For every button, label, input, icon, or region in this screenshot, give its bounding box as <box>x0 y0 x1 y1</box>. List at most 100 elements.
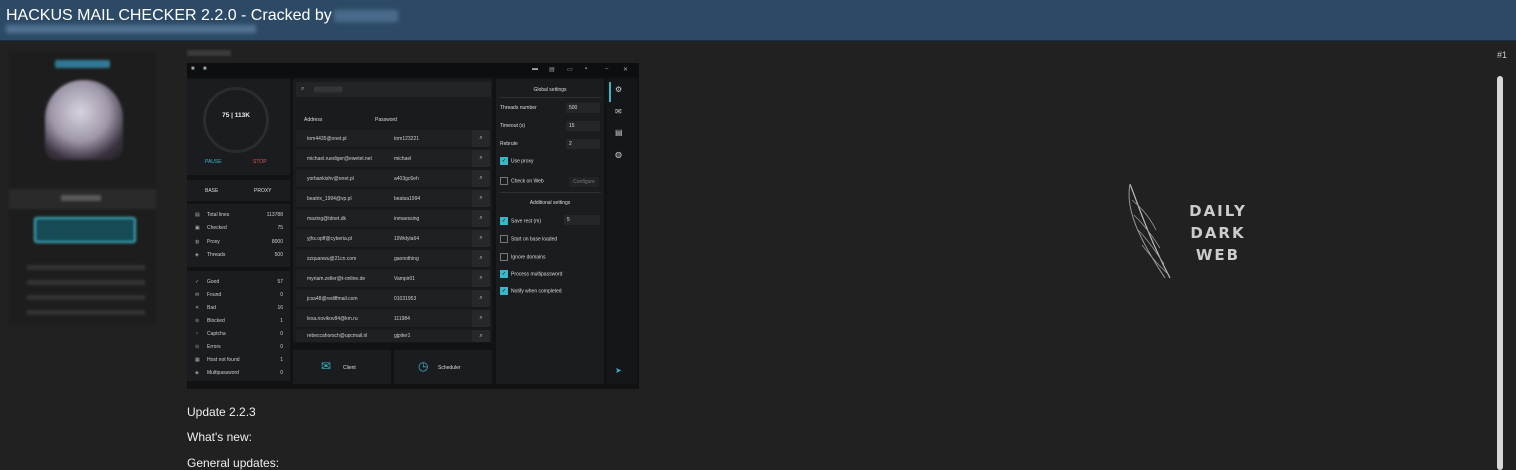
client-button[interactable]: ✉ Client <box>293 350 391 384</box>
threads-number-field[interactable]: 500 <box>566 103 600 113</box>
ignore-domains-checkbox[interactable]: Ignore domains <box>500 253 545 261</box>
stop-button[interactable]: STOP <box>253 159 267 165</box>
notify-when-completed-checkbox[interactable]: ✓ Notify when completed <box>500 287 562 295</box>
table-row[interactable]: mazing@tdnet.dk inmaessing ⌕ <box>296 210 490 228</box>
search-icon[interactable]: ⌕ <box>472 290 490 307</box>
gear-icon[interactable]: ⚙ <box>615 85 622 94</box>
start-on-base-loaded-checkbox[interactable]: Start on base loaded <box>500 235 557 243</box>
tab-proxy[interactable]: PROXY <box>254 188 272 194</box>
watermark-line: WEB <box>1195 246 1241 264</box>
save-rest-checkbox[interactable]: ✓ Save rest (m) <box>500 217 541 225</box>
timeout-label: Timeout (s) <box>500 123 526 129</box>
watermark-line: DARK <box>1190 224 1246 242</box>
start-on-base-label: Start on base loaded <box>511 236 558 243</box>
telegram-icon[interactable]: ➤ <box>615 366 622 375</box>
stat-row: ✉ Found 0 <box>195 292 285 300</box>
save-rest-label: Save rest (m) <box>511 218 542 225</box>
checkbox-checked-icon: ✓ <box>500 287 508 295</box>
window-icon[interactable]: ▪ <box>585 66 587 72</box>
checkbox-unchecked-icon <box>500 177 508 185</box>
search-input[interactable]: ⌕ ▒▒▒▒▒▒▒▒ <box>296 82 491 97</box>
search-icon[interactable]: ⌕ <box>472 270 490 287</box>
globe-icon[interactable]: ◍ <box>615 150 622 159</box>
stat-value: 0 <box>280 292 283 298</box>
search-icon[interactable]: ⌕ <box>472 150 490 167</box>
results-panel: ⌕ ▒▒▒▒▒▒▒▒ Address Password tom4435@onet… <box>293 79 492 343</box>
app-titlebar: ■ ■ ▬ ▤ ▭ ▪ – ✕ <box>187 63 639 77</box>
redacted-post-meta <box>6 25 256 33</box>
pause-button[interactable]: PAUSE <box>205 159 222 165</box>
row-address: rebeccahorsch@upcmail.nl <box>307 333 368 339</box>
ignore-domains-label: Ignore domains <box>511 254 546 261</box>
watermark-line: DAILY <box>1189 202 1247 220</box>
search-icon[interactable]: ⌕ <box>472 210 490 227</box>
stat-label: Threads <box>207 252 226 258</box>
table-row[interactable]: rebeccahorsch@upcmail.nl gjpiter1 ⌕ <box>296 330 490 343</box>
row-address: mazing@tdnet.dk <box>307 216 346 222</box>
scrollbar[interactable] <box>1497 76 1503 470</box>
use-proxy-checkbox[interactable]: ✓ Use proxy <box>500 157 534 165</box>
table-row[interactable]: michael.ruediger@ewetel.net michael ⌕ <box>296 150 490 168</box>
stats-summary: ▤ Total lines 113788 ▣ Checked 75 ◍ Proxy 8000… <box>187 204 290 267</box>
table-row[interactable]: yorbankishv@onet.pl a403gc6eh ⌕ <box>296 170 490 188</box>
document-icon[interactable]: ▤ <box>549 66 555 73</box>
search-icon[interactable]: ⌕ <box>472 190 490 207</box>
search-icon[interactable]: ⌕ <box>472 230 490 247</box>
stat-row: ⊝ Blocked 1 <box>195 318 285 326</box>
process-multipassword-checkbox[interactable]: ✓ Process multipassword <box>500 270 562 278</box>
stat-value: 8000 <box>271 239 283 245</box>
stat-row: ▦ Host not found 1 <box>195 357 285 365</box>
table-row[interactable]: jcsa48@rediffmail.com 01031953 ⌕ <box>296 290 490 308</box>
stat-row: ◔ Captcha 0 <box>195 331 285 339</box>
stat-row: ✕ Bad 16 <box>195 305 285 313</box>
flag-icon[interactable]: ▬ <box>532 66 538 72</box>
table-row[interactable]: szquanwu@21cn.com gaonothing ⌕ <box>296 250 490 268</box>
save-rest-field[interactable]: 5 <box>564 215 600 225</box>
tab-base[interactable]: BASE <box>205 188 218 194</box>
stats-results: ✓ Good 57 ✉ Found 0 ✕ Bad 16 ⊝ Blocked 1 ◔ Captch… <box>187 271 290 381</box>
post-number[interactable]: #1 <box>1497 50 1507 60</box>
stat-label: Host not found <box>207 357 240 363</box>
stat-row: ◈ Threads 500 <box>195 252 285 260</box>
row-password: beatsa1994 <box>394 196 421 202</box>
minimize-icon[interactable]: – <box>605 66 608 72</box>
search-icon[interactable]: ⌕ <box>472 250 490 267</box>
threads-icon: ◈ <box>195 252 199 258</box>
folder-icon[interactable]: ▭ <box>567 66 573 73</box>
check-on-web-checkbox[interactable]: Check on Web <box>500 177 544 185</box>
table-row[interactable]: beatrix_1994@vp.pl beatsa1994 ⌕ <box>296 190 490 208</box>
database-icon[interactable]: ▤ <box>615 128 623 137</box>
mail-icon: ✉ <box>321 359 332 373</box>
configure-button[interactable]: Configure <box>569 177 599 187</box>
use-proxy-label: Use proxy <box>511 158 534 165</box>
search-icon[interactable]: ⌕ <box>472 310 490 327</box>
row-password: tom123221 <box>394 136 420 142</box>
table-row[interactable]: yjhs.opff@cyberia.pl 19Wdyla64 ⌕ <box>296 230 490 248</box>
table-row[interactable]: lexa.novikov84@km.ru 111984 ⌕ <box>296 310 490 328</box>
active-indicator <box>609 82 611 102</box>
table-row[interactable]: myriam.zeller@t-online.de Vampir01 ⌕ <box>296 270 490 288</box>
mail-icon[interactable]: ✉ <box>615 107 622 116</box>
row-address: yorbankishv@onet.pl <box>307 176 354 182</box>
whats-new-heading: What's new: <box>187 430 252 444</box>
stat-label: Total lines <box>207 212 230 218</box>
row-address: myriam.zeller@t-online.de <box>307 276 366 282</box>
stat-value: 0 <box>280 331 283 337</box>
additional-settings-title: Additional settings <box>529 200 571 206</box>
scheduler-button[interactable]: ◷ Scheduler <box>394 350 492 384</box>
stat-value: 75 <box>277 225 283 231</box>
search-icon[interactable]: ⌕ <box>472 170 490 187</box>
stat-label: Proxy <box>207 239 220 245</box>
rebrute-field[interactable]: 2 <box>566 139 600 149</box>
close-icon[interactable]: ✕ <box>623 66 628 73</box>
captcha-icon: ◔ <box>195 331 199 337</box>
username-blurred[interactable] <box>55 60 110 68</box>
search-icon[interactable]: ⌕ <box>472 130 490 147</box>
avatar[interactable] <box>45 80 123 160</box>
timeout-field[interactable]: 15 <box>566 121 600 131</box>
search-icon[interactable]: ⌕ <box>472 330 490 342</box>
stat-value: 16 <box>277 305 283 311</box>
stat-label: Checked <box>207 225 227 231</box>
table-row[interactable]: tom4435@onet.pl tom123221 ⌕ <box>296 130 490 148</box>
checkbox-checked-icon: ✓ <box>500 270 508 278</box>
